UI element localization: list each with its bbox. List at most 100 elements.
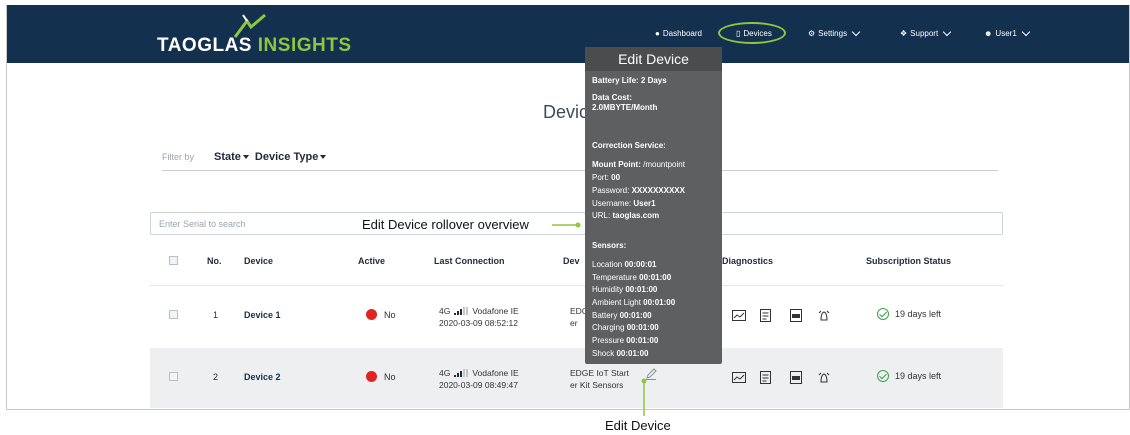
network-type: 4G — [439, 368, 451, 378]
divider — [162, 170, 998, 171]
edit-device-annotation-label: Edit Device — [605, 418, 671, 433]
annotation-leader-line — [641, 378, 647, 416]
tooltip-sensor-ambient-light: Ambient Light 00:01:00 — [592, 298, 676, 307]
inactive-status-dot — [366, 371, 377, 382]
device-type-filter-dropdown[interactable]: Device Type — [254, 151, 327, 163]
logo-main-text: TAOGLAS — [157, 35, 252, 56]
subscription-status: 19 days left — [877, 370, 941, 382]
tooltip-sensor-shock: Shock 00:01:00 — [592, 349, 649, 358]
inactive-status-dot — [366, 309, 377, 320]
column-header-device[interactable]: Device — [244, 256, 273, 266]
tooltip-sensor-battery: Battery 00:01:00 — [592, 311, 652, 320]
row-checkbox[interactable] — [169, 372, 178, 381]
select-all-checkbox[interactable] — [169, 256, 178, 265]
tooltip-sensor-charging: Charging 00:01:00 — [592, 323, 659, 332]
nav-support-label: Support — [910, 29, 939, 38]
nav-settings[interactable]: ⚙ Settings — [808, 27, 861, 38]
device-icon: ▯ — [736, 29, 741, 38]
device-type-line2: er — [570, 318, 578, 328]
active-status-text: No — [384, 310, 396, 320]
network-type: 4G — [439, 306, 451, 316]
device-name-link[interactable]: Device 1 — [244, 310, 281, 320]
dashboard-icon: ● — [655, 29, 660, 38]
nav-settings-label: Settings — [818, 29, 848, 38]
row-number: 2 — [213, 372, 219, 382]
caret-down-icon — [242, 155, 249, 159]
chart-icon[interactable] — [732, 310, 746, 323]
device-type-filter-label: Device Type — [254, 151, 319, 163]
last-connection-cell: 4G Vodafone IE 2020-03-09 08:52:12 — [439, 305, 519, 329]
nav-devices[interactable]: ▯ Devices — [736, 29, 772, 38]
signal-strength-icon — [454, 369, 469, 377]
tooltip-username: Username: User1 — [592, 199, 656, 208]
nav-user-label: User1 — [995, 29, 1017, 38]
nav-dashboard[interactable]: ● Dashboard — [655, 29, 702, 38]
annotation-leader-line — [552, 222, 581, 228]
last-connection-time: 2020-03-09 08:49:47 — [439, 380, 518, 390]
report-icon[interactable] — [759, 309, 773, 322]
row-checkbox[interactable] — [169, 310, 178, 319]
tooltip-sensors-heading: Sensors: — [592, 241, 627, 250]
tooltip-password: Password: XXXXXXXXXX — [592, 186, 685, 195]
last-connection-time: 2020-03-09 08:52:12 — [439, 318, 518, 328]
tooltip-mount-point: Mount Point: /mountpoint — [592, 160, 685, 169]
subscription-days-left: 19 days left — [895, 371, 942, 381]
table-row[interactable]: 1 Device 1 No 4G Vodafone IE 2020-03-09 0… — [150, 285, 1003, 345]
check-circle-icon — [877, 370, 889, 382]
column-header-no[interactable]: No. — [207, 256, 222, 266]
help-icon: ❖ — [900, 29, 908, 38]
app-window: TAOGLAS INSIGHTS ● Dashboard ▯ Devices ⚙… — [6, 5, 1130, 410]
device-type-cell: EDGE IoT Start er Kit Sensors — [570, 367, 629, 391]
column-header-device-type[interactable]: Dev — [563, 256, 580, 266]
alarm-icon[interactable] — [817, 371, 831, 384]
nav-support[interactable]: ❖ Support — [900, 27, 952, 38]
check-circle-icon — [877, 308, 889, 320]
column-header-last-connection[interactable]: Last Connection — [434, 256, 505, 266]
tooltip-title: Edit Device — [585, 47, 722, 71]
filter-bar: Filter by State Device Type — [162, 151, 327, 163]
device-type-line2: er Kit Sensors — [570, 380, 624, 390]
caret-down-icon — [320, 155, 327, 159]
tooltip-data-cost-value: 2.0MBYTE/Month — [592, 103, 658, 112]
last-connection-cell: 4G Vodafone IE 2020-03-09 08:49:47 — [439, 367, 519, 391]
taoglas-insights-logo[interactable]: TAOGLAS INSIGHTS — [157, 35, 352, 57]
column-header-subscription-status[interactable]: Subscription Status — [866, 256, 951, 266]
nav-devices-label: Devices — [743, 29, 772, 38]
tooltip-sensor-humidity: Humidity 00:01:00 — [592, 285, 658, 294]
device-name-link[interactable]: Device 2 — [244, 372, 281, 382]
top-navigation-bar: TAOGLAS INSIGHTS ● Dashboard ▯ Devices ⚙… — [7, 5, 1129, 63]
filter-label: Filter by — [162, 152, 195, 162]
column-header-active[interactable]: Active — [358, 256, 385, 266]
nav-dashboard-label: Dashboard — [662, 29, 702, 38]
signal-strength-icon — [454, 307, 469, 315]
carrier-name: Vodafone IE — [472, 306, 519, 316]
tooltip-correction-heading: Correction Service: — [592, 141, 666, 150]
carrier-name: Vodafone IE — [472, 368, 519, 378]
tooltip-sensor-location: Location 00:00:01 — [592, 260, 657, 269]
logo-sub-text: INSIGHTS — [257, 35, 352, 56]
report-icon[interactable] — [759, 371, 773, 384]
nav-user[interactable]: ☻ User1 — [984, 27, 1031, 38]
alarm-icon[interactable] — [817, 309, 831, 322]
tooltip-battery: Battery Life: 2 Days — [592, 76, 667, 85]
log-file-icon[interactable] — [789, 309, 803, 322]
active-status-text: No — [384, 372, 396, 382]
state-filter-label: State — [214, 151, 241, 163]
subscription-status: 19 days left — [877, 308, 941, 320]
edit-device-tooltip: Edit Device Battery Life: 2 Days Data Co… — [585, 47, 722, 364]
table-row[interactable]: 2 Device 2 No 4G Vodafone IE 2020-03-09 0… — [150, 348, 1003, 408]
column-header-diagnostics[interactable]: Diagnostics — [722, 256, 773, 266]
user-icon: ☻ — [984, 29, 993, 38]
tooltip-sensor-temperature: Temperature 00:01:00 — [592, 273, 672, 282]
rollover-annotation-label: Edit Device rollover overview — [362, 217, 529, 232]
log-file-icon[interactable] — [789, 371, 803, 384]
chart-icon[interactable] — [732, 372, 746, 385]
tooltip-data-cost-label: Data Cost: — [592, 93, 633, 102]
chevron-down-icon — [1021, 27, 1031, 36]
state-filter-dropdown[interactable]: State — [214, 151, 249, 163]
chevron-down-icon — [942, 27, 952, 36]
subscription-days-left: 19 days left — [895, 309, 942, 319]
device-type-line1: EDGE IoT Start — [570, 368, 629, 378]
gear-icon: ⚙ — [808, 29, 816, 38]
tooltip-port: Port: 00 — [592, 173, 621, 182]
